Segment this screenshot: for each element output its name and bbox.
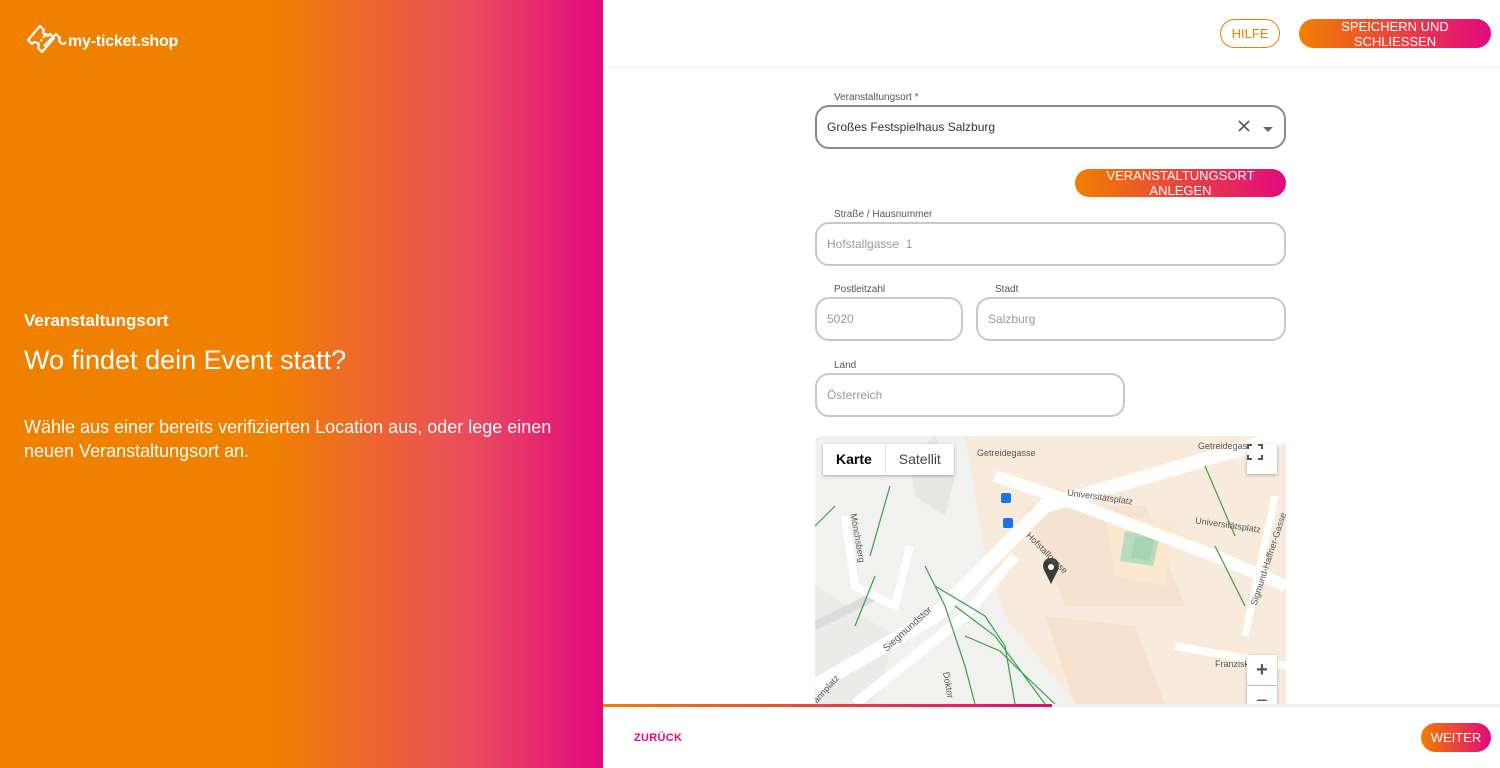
zip-label: Postleitzahl [834,284,886,295]
page-title: Wo findet dein Event statt? [24,345,347,375]
form-panel: HILFE SPEICHERN UND SCHLIESSEN Veranstal… [603,0,1500,768]
venue-select[interactable]: Großes Festspielhaus Salzburg [815,105,1286,149]
location-map[interactable]: Getreidegasse Getreidegas Universitätspl… [815,436,1286,704]
close-icon[interactable] [1236,118,1252,137]
next-button[interactable]: WEITER [1421,723,1491,752]
zoom-in-button[interactable]: + [1247,655,1277,685]
intro-panel: my-ticket.shop Veranstaltungsort Wo find… [0,0,603,768]
venue-select-value: Großes Festspielhaus Salzburg [827,120,996,134]
street-input[interactable] [815,222,1286,266]
street-label: Straße / Hausnummer [834,209,933,220]
venue-label: Veranstaltungsort * [834,92,919,103]
back-button[interactable]: ZURÜCK [634,732,682,744]
city-label: Stadt [995,284,1019,295]
save-and-close-button[interactable]: SPEICHERN UND SCHLIESSEN [1299,19,1491,49]
create-venue-button[interactable]: VERANSTALTUNGSORT ANLEGEN [1075,168,1286,198]
ticket-icon [24,22,68,61]
map-tab-karte[interactable]: Karte [823,444,885,475]
map-tab-satellit[interactable]: Satellit [884,444,954,475]
zip-input[interactable] [815,297,963,341]
country-input[interactable] [815,373,1125,417]
street-label-franzisk: Franzisk [1215,659,1250,669]
bottom-navigation: ZURÜCK WEITER [603,707,1500,768]
map-type-tabs: Karte Satellit [823,444,954,475]
caret-down-icon[interactable] [1262,123,1274,137]
help-button[interactable]: HILFE [1220,19,1280,48]
zoom-out-button[interactable]: − [1247,686,1277,704]
country-label: Land [834,360,857,371]
brand-name: my-ticket.shop [68,32,179,50]
street-label-getreidegas: Getreidegas [1198,441,1248,451]
city-input[interactable] [976,297,1286,341]
section-description: Wähle aus einer bereits verifizierten Lo… [24,417,552,461]
street-label-getreidegasse: Getreidegasse [977,448,1036,458]
fullscreen-button[interactable] [1247,444,1277,474]
brand-logo[interactable]: my-ticket.shop [24,22,178,61]
top-toolbar: HILFE SPEICHERN UND SCHLIESSEN [603,0,1500,68]
section-kicker: Veranstaltungsort [24,311,169,330]
